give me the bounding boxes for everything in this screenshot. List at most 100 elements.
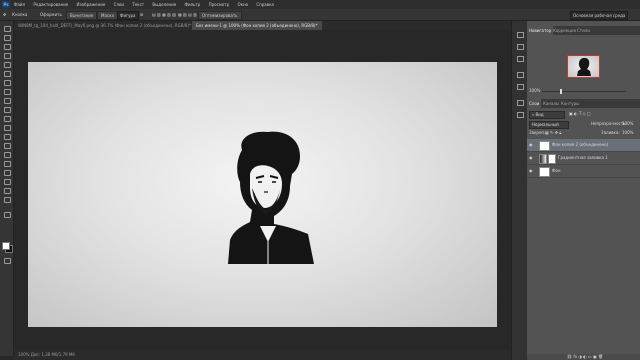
eyedropper-tool-icon[interactable] bbox=[3, 70, 11, 77]
align-icons[interactable]: ▤ ▥ ▦ ▧ ▨ bbox=[152, 11, 176, 18]
layers-tabs: Слои Каналы Контуры bbox=[527, 99, 640, 108]
tab-layers[interactable]: Слои bbox=[527, 99, 542, 108]
type-tool-icon[interactable] bbox=[3, 160, 11, 167]
tab-adjustments[interactable]: Коррекция bbox=[551, 26, 578, 35]
menu-file[interactable]: Файл bbox=[14, 2, 25, 7]
gradient-fill-thumbnail bbox=[539, 154, 547, 164]
layer-thumbnail bbox=[539, 141, 550, 151]
tab-styles[interactable]: Стили bbox=[575, 26, 592, 35]
menu-help[interactable]: Справка bbox=[256, 2, 274, 7]
hand-tool-icon[interactable] bbox=[3, 187, 11, 194]
layer-row[interactable]: ◉ Градиентная заливка 1 bbox=[527, 152, 640, 165]
history-brush-tool-icon[interactable] bbox=[3, 106, 11, 113]
portrait-artwork bbox=[228, 131, 314, 264]
options-bar: ✥ Кнопка Оформить Вычитание Маска Фигура… bbox=[0, 9, 640, 21]
layers-panel-footer: ⛓ fx ◑ ◐ ▭ ▣ 🗑︎ bbox=[527, 354, 640, 360]
clone-source-panel-icon[interactable] bbox=[516, 83, 524, 90]
mode-button[interactable]: Вычитание bbox=[66, 11, 98, 20]
menu-list: Файл Редактирование Изображение Слои Тек… bbox=[14, 0, 281, 9]
layer-filter-row: ⌕ Вид ▣ ◐ T ◇ ▢ bbox=[529, 110, 638, 119]
navigator-portrait bbox=[577, 57, 591, 76]
autoselect-label[interactable]: Кнопка bbox=[12, 11, 27, 18]
layer-thumbnail bbox=[539, 167, 550, 177]
blend-row: Нормальный Непрозрачность: 100% bbox=[529, 120, 638, 129]
layer-filter-label: Вид bbox=[535, 112, 544, 117]
clone-stamp-tool-icon[interactable] bbox=[3, 97, 11, 104]
eye-icon[interactable]: ◉ bbox=[529, 169, 533, 173]
fill-label: Заливка: bbox=[601, 130, 620, 135]
navigator-zoom-value: 100% bbox=[529, 88, 541, 93]
marquee-tool-icon[interactable] bbox=[3, 34, 11, 41]
layer-filter-select[interactable]: ⌕ Вид bbox=[529, 111, 565, 119]
layer-row[interactable]: ◉ Фон копия 2 (объединено) bbox=[527, 139, 640, 152]
path-select-tool-icon[interactable] bbox=[3, 169, 11, 176]
opacity-value[interactable]: 100% bbox=[622, 120, 633, 128]
dodge-tool-icon[interactable] bbox=[3, 142, 11, 149]
photoshop-logo-icon: Ps bbox=[2, 1, 10, 8]
eraser-tool-icon[interactable] bbox=[3, 115, 11, 122]
crop-tool-icon[interactable] bbox=[3, 61, 11, 68]
brush-tool-icon[interactable] bbox=[3, 88, 11, 95]
lock-icons[interactable]: ▦ ✎ ✥ 🔒︎ bbox=[545, 129, 561, 137]
brush-panel-icon[interactable] bbox=[516, 71, 524, 78]
tab-paths[interactable]: Контуры bbox=[559, 99, 581, 108]
menu-type[interactable]: Текст bbox=[132, 2, 144, 7]
zoom-tool-icon[interactable] bbox=[3, 196, 11, 203]
mask-button[interactable]: Маска bbox=[97, 11, 118, 20]
lock-row: Закреп.: ▦ ✎ ✥ 🔒︎ Заливка: 100% bbox=[529, 129, 638, 137]
more-tools-icon[interactable] bbox=[3, 211, 11, 218]
tab-navigator[interactable]: Навигатор bbox=[527, 26, 554, 35]
eye-icon[interactable]: ◉ bbox=[529, 156, 533, 160]
blur-tool-icon[interactable] bbox=[3, 133, 11, 140]
blend-mode-select[interactable]: Нормальный bbox=[529, 121, 569, 129]
properties-panel-icon[interactable] bbox=[516, 55, 524, 62]
eye-icon[interactable]: ◉ bbox=[529, 143, 533, 147]
menu-layers[interactable]: Слои bbox=[114, 2, 124, 7]
menu-view[interactable]: Просмотр bbox=[209, 2, 230, 7]
filter-icons[interactable]: ▣ ◐ T ◇ ▢ bbox=[569, 110, 591, 118]
menu-window[interactable]: Окно bbox=[237, 2, 248, 7]
actions-panel-icon[interactable] bbox=[516, 43, 524, 50]
menu-image[interactable]: Изображение bbox=[77, 2, 106, 7]
menu-filter[interactable]: Фильтр bbox=[185, 2, 201, 7]
optimize-button[interactable]: Оптимизировать bbox=[198, 11, 242, 20]
panel-icon-strip bbox=[511, 21, 527, 360]
shape-tool-icon[interactable] bbox=[3, 178, 11, 185]
menu-edit[interactable]: Редактирование bbox=[33, 2, 68, 7]
history-panel-icon[interactable] bbox=[516, 31, 524, 38]
tab-document-1[interactable]: WIN8M_tg_104_hall(_DEFF)_Mayfl.png @ 36.… bbox=[14, 21, 195, 30]
character-panel-icon[interactable] bbox=[516, 99, 524, 106]
workspace-select[interactable]: Основная рабочая среда bbox=[570, 11, 629, 20]
shape-select[interactable]: Фигура bbox=[117, 11, 139, 20]
zoom-slider-track[interactable] bbox=[542, 91, 626, 92]
fill-value[interactable]: 100% bbox=[622, 129, 633, 137]
layer-row[interactable]: ◉ Фон bbox=[527, 165, 640, 178]
gradient-tool-icon[interactable] bbox=[3, 124, 11, 131]
layer-name: Градиентная заливка 1 bbox=[558, 155, 608, 160]
lasso-tool-icon[interactable] bbox=[3, 43, 11, 50]
pen-tool-icon[interactable] bbox=[3, 151, 11, 158]
quick-mask-icon[interactable] bbox=[3, 257, 11, 264]
document-tabs: WIN8M_tg_104_hall(_DEFF)_Mayfl.png @ 36.… bbox=[14, 21, 510, 30]
tab-document-2[interactable]: Без имени-1 @ 100% (Фон копия 2 (объедин… bbox=[192, 21, 322, 30]
distribute-icons[interactable]: ▦ ▧ ▤ ▥ bbox=[178, 11, 197, 18]
move-tool-icon[interactable]: ✥ bbox=[3, 11, 6, 18]
paragraph-panel-icon[interactable] bbox=[516, 111, 524, 118]
layer-name: Фон копия 2 (объединено) bbox=[552, 142, 609, 147]
healing-brush-tool-icon[interactable] bbox=[3, 79, 11, 86]
layer-name: Фон bbox=[552, 168, 561, 173]
feather-label[interactable]: Оформить bbox=[40, 11, 62, 18]
move-tool-icon[interactable] bbox=[3, 25, 11, 32]
status-bar: 100% Док: 1,38 Мб/1,79 Мб bbox=[14, 350, 510, 360]
right-panels: Навигатор Коррекция Стили 100% Слои Кана… bbox=[527, 21, 640, 360]
navigator-tabs: Навигатор Коррекция Стили bbox=[527, 26, 640, 35]
status-text: 100% Док: 1,38 Мб/1,79 Мб bbox=[18, 352, 75, 357]
menu-select[interactable]: Выделение bbox=[152, 2, 176, 7]
layer-action-icons[interactable]: ⛓ fx ◑ ◐ ▭ ▣ 🗑︎ bbox=[567, 354, 603, 360]
zoom-slider-knob[interactable] bbox=[560, 89, 562, 94]
navigator-thumbnail[interactable] bbox=[567, 55, 600, 78]
foreground-color-swatch[interactable] bbox=[2, 242, 10, 250]
transform-icon[interactable]: ⊞ bbox=[140, 11, 143, 18]
menu-bar: Ps Файл Редактирование Изображение Слои … bbox=[0, 0, 640, 9]
quick-select-tool-icon[interactable] bbox=[3, 52, 11, 59]
